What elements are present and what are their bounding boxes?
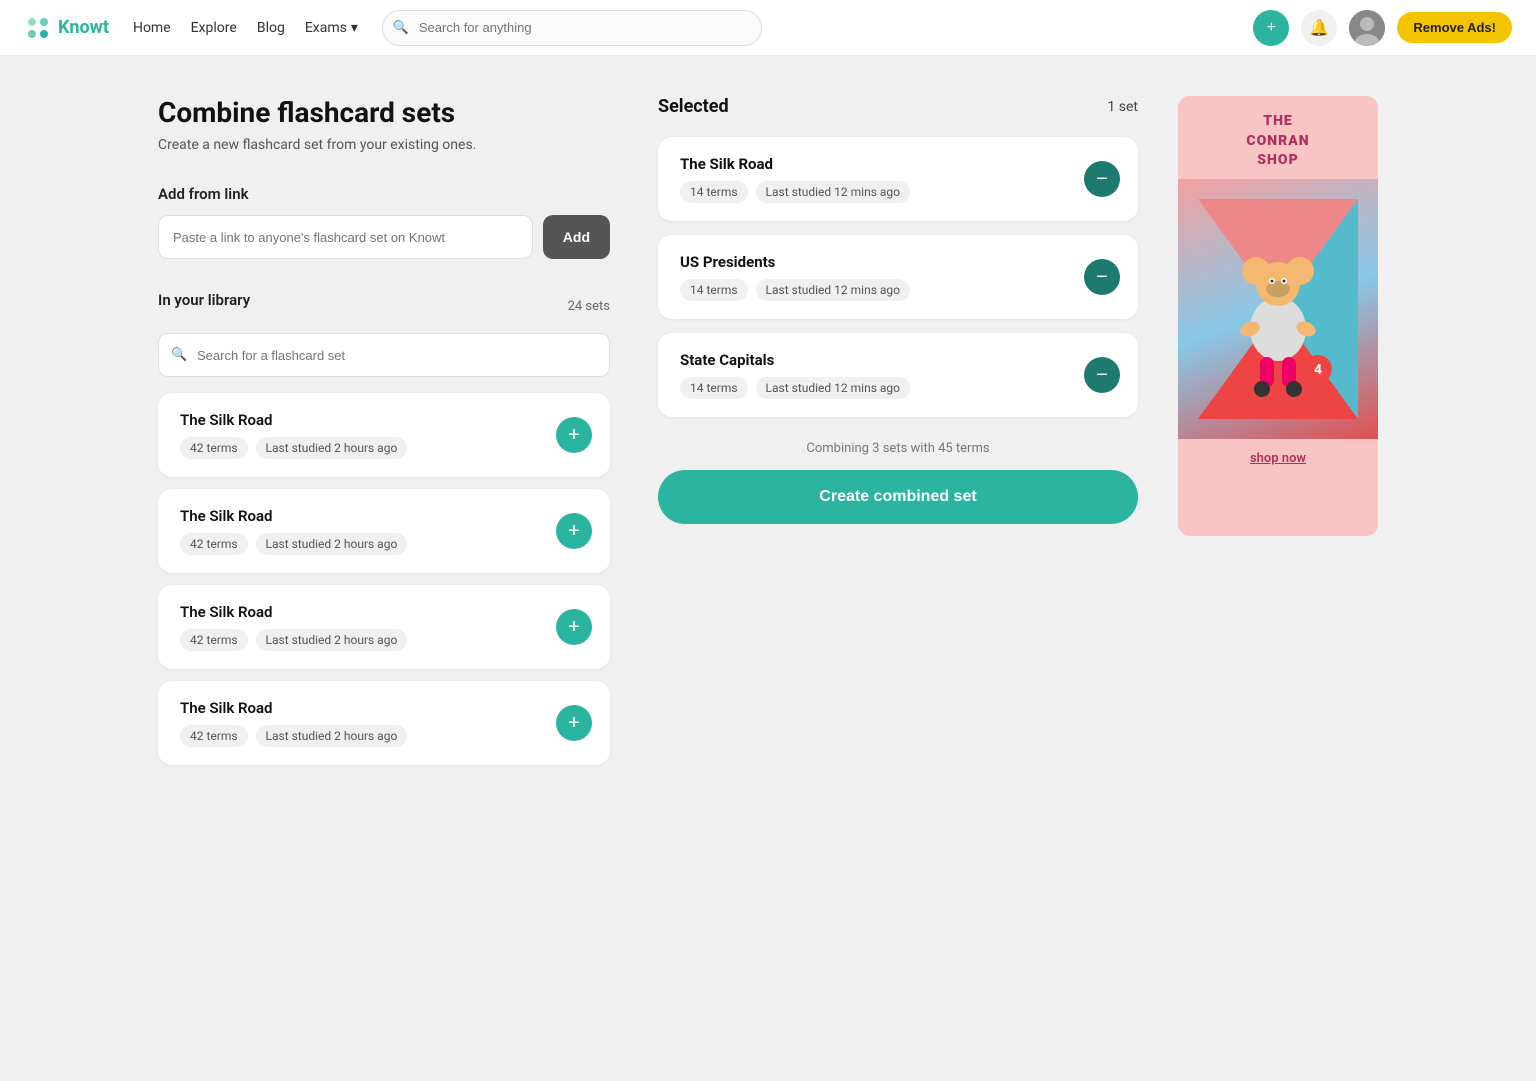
add-link-input[interactable]	[158, 215, 533, 259]
library-card-title: The Silk Road	[180, 699, 407, 717]
notifications-button[interactable]: 🔔	[1301, 10, 1337, 46]
last-studied-tag: Last studied 2 hours ago	[256, 629, 408, 651]
library-search-input[interactable]	[158, 333, 610, 377]
library-search: 🔍	[158, 333, 610, 377]
last-studied-tag: Last studied 12 mins ago	[756, 181, 910, 203]
library-card[interactable]: The Silk Road 42 terms Last studied 2 ho…	[158, 489, 610, 573]
library-card-title: The Silk Road	[180, 411, 407, 429]
create-combined-button[interactable]: Create combined set	[658, 470, 1138, 524]
terms-tag: 42 terms	[180, 437, 248, 459]
right-column: Selected 1 set The Silk Road 14 terms La…	[658, 96, 1138, 765]
ad-sidebar: THE CONRAN SHOP	[1178, 96, 1378, 765]
selected-card-title: The Silk Road	[680, 155, 910, 173]
left-column: Combine flashcard sets Create a new flas…	[158, 96, 658, 765]
terms-tag: 14 terms	[680, 279, 748, 301]
library-count: 24 sets	[568, 299, 610, 314]
library-cards: The Silk Road 42 terms Last studied 2 ho…	[158, 393, 610, 765]
nav-explore[interactable]: Explore	[191, 20, 237, 36]
nav-home[interactable]: Home	[133, 20, 171, 36]
nav-blog[interactable]: Blog	[257, 20, 285, 36]
add-button[interactable]: +	[1253, 10, 1289, 46]
ad-brand-text: THE CONRAN SHOP	[1178, 96, 1378, 179]
add-card-button[interactable]: +	[556, 513, 592, 549]
library-card-title: The Silk Road	[180, 507, 407, 525]
library-card[interactable]: The Silk Road 42 terms Last studied 2 ho…	[158, 393, 610, 477]
selected-card: The Silk Road 14 terms Last studied 12 m…	[658, 137, 1138, 221]
library-search-icon: 🔍	[171, 348, 187, 363]
chevron-down-icon: ▾	[351, 20, 358, 36]
selected-cards: The Silk Road 14 terms Last studied 12 m…	[658, 137, 1138, 417]
remove-card-button[interactable]: −	[1084, 259, 1120, 295]
last-studied-tag: Last studied 12 mins ago	[756, 279, 910, 301]
library-card[interactable]: The Silk Road 42 terms Last studied 2 ho…	[158, 585, 610, 669]
add-from-link-label: Add from link	[158, 185, 610, 203]
nav-links: Home Explore Blog Exams ▾	[133, 20, 358, 36]
selected-count: 1 set	[1107, 99, 1138, 115]
remove-card-button[interactable]: −	[1084, 357, 1120, 393]
last-studied-tag: Last studied 2 hours ago	[256, 437, 408, 459]
ad-figure-svg: 4	[1198, 199, 1358, 419]
remove-card-button[interactable]: −	[1084, 161, 1120, 197]
svg-text:4: 4	[1314, 362, 1322, 378]
selected-card-title: State Capitals	[680, 351, 910, 369]
add-link-button[interactable]: Add	[543, 215, 610, 259]
terms-tag: 42 terms	[180, 533, 248, 555]
nav-actions: + 🔔 Remove Ads!	[1253, 10, 1512, 46]
ad-visual: 4	[1178, 179, 1378, 439]
add-card-button[interactable]: +	[556, 417, 592, 453]
terms-tag: 14 terms	[680, 181, 748, 203]
terms-tag: 42 terms	[180, 725, 248, 747]
ad-cta[interactable]: shop now	[1178, 439, 1378, 478]
add-card-button[interactable]: +	[556, 705, 592, 741]
main-content: Combine flashcard sets Create a new flas…	[118, 56, 1418, 805]
last-studied-tag: Last studied 2 hours ago	[256, 533, 408, 555]
library-card[interactable]: The Silk Road 42 terms Last studied 2 ho…	[158, 681, 610, 765]
last-studied-tag: Last studied 12 mins ago	[756, 377, 910, 399]
library-header: In your library 24 sets	[158, 291, 610, 321]
library-card-title: The Silk Road	[180, 603, 407, 621]
library-label: In your library	[158, 291, 250, 309]
combine-info: Combining 3 sets with 45 terms	[658, 441, 1138, 456]
page-subtitle: Create a new flashcard set from your exi…	[158, 137, 610, 153]
nav-exams[interactable]: Exams ▾	[305, 20, 358, 36]
selected-card-title: US Presidents	[680, 253, 910, 271]
add-card-button[interactable]: +	[556, 609, 592, 645]
remove-ads-button[interactable]: Remove Ads!	[1397, 12, 1512, 43]
navbar: Knowt Home Explore Blog Exams ▾ 🔍 + 🔔 Re…	[0, 0, 1536, 56]
terms-tag: 42 terms	[180, 629, 248, 651]
terms-tag: 14 terms	[680, 377, 748, 399]
search-icon: 🔍	[393, 20, 409, 35]
logo-icon	[24, 14, 52, 42]
search-input[interactable]	[382, 10, 762, 46]
add-link-row: Add	[158, 215, 610, 259]
avatar[interactable]	[1349, 10, 1385, 46]
ad-box: THE CONRAN SHOP	[1178, 96, 1378, 536]
selected-card: State Capitals 14 terms Last studied 12 …	[658, 333, 1138, 417]
page-title: Combine flashcard sets	[158, 96, 610, 129]
selected-header: Selected 1 set	[658, 96, 1138, 117]
search-bar: 🔍	[382, 10, 762, 46]
selected-card: US Presidents 14 terms Last studied 12 m…	[658, 235, 1138, 319]
selected-label: Selected	[658, 96, 729, 117]
logo[interactable]: Knowt	[24, 14, 109, 42]
last-studied-tag: Last studied 2 hours ago	[256, 725, 408, 747]
